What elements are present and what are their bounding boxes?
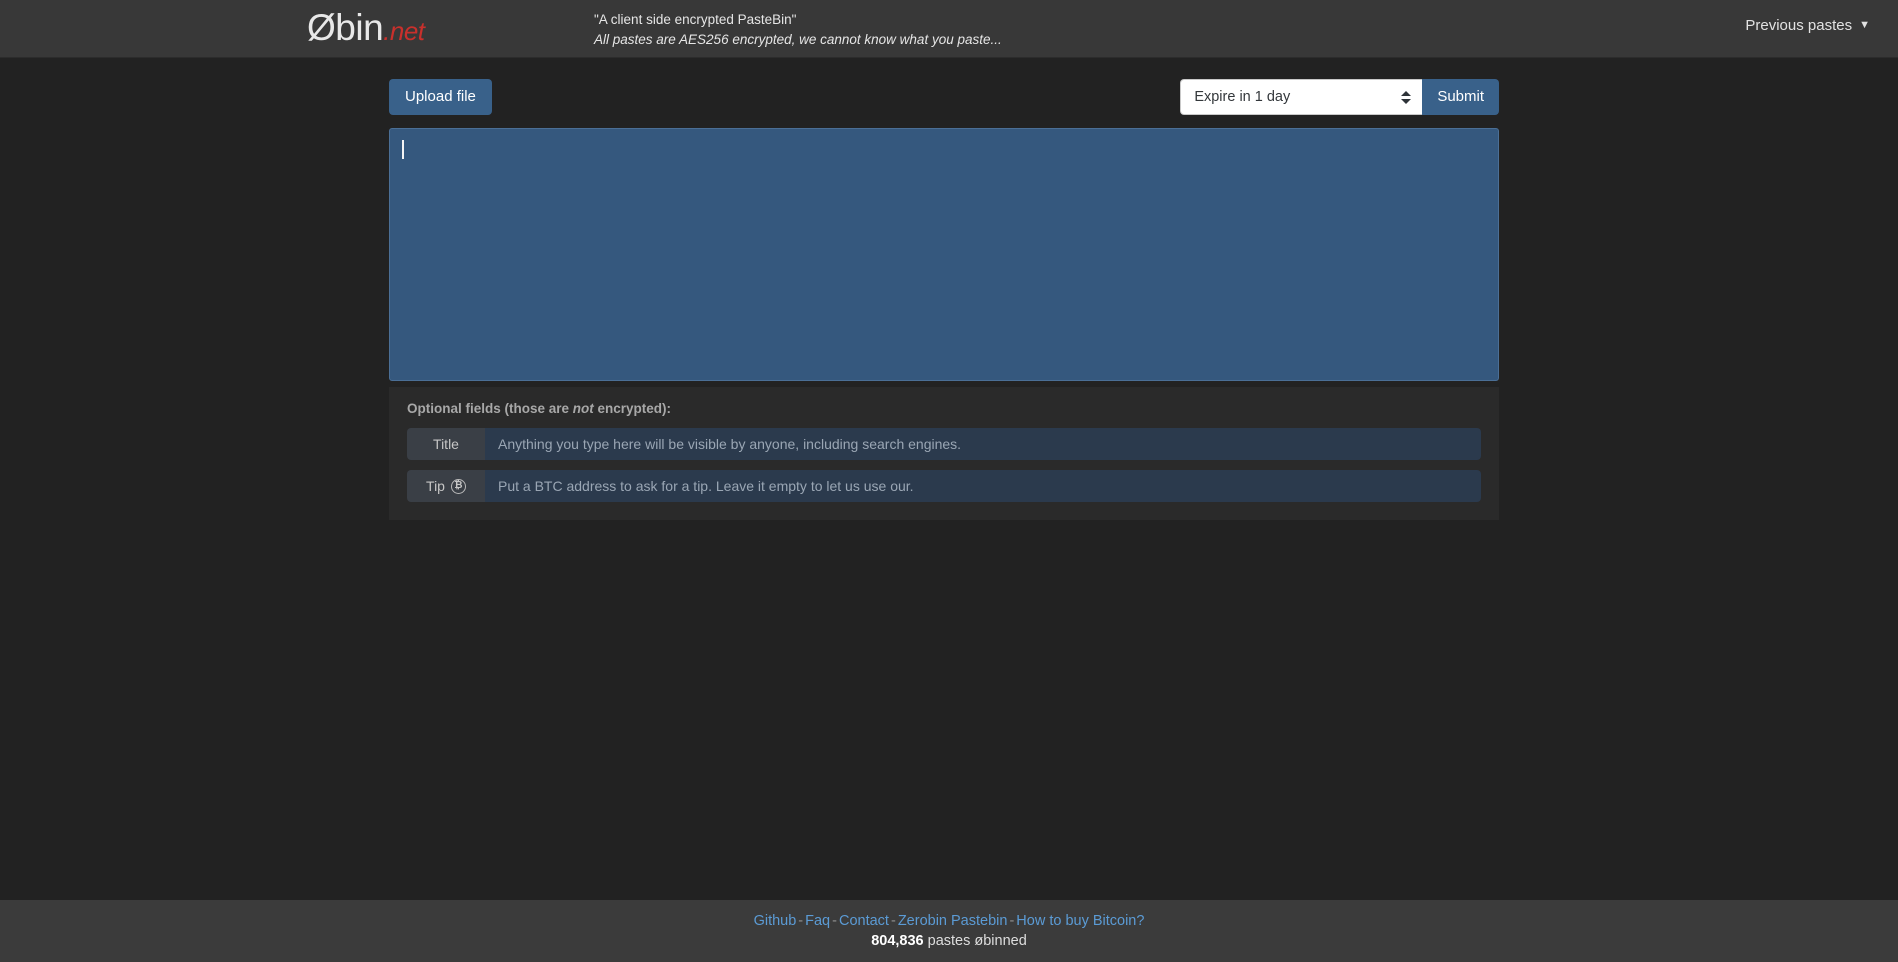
title-input[interactable] bbox=[485, 428, 1481, 460]
tip-btc-address-input[interactable] bbox=[485, 470, 1481, 502]
select-spinner-icon bbox=[1401, 89, 1412, 105]
title-field-label: Title bbox=[407, 428, 485, 460]
tip-field-label: Tip ₿ bbox=[407, 470, 485, 502]
footer-link-faq[interactable]: Faq bbox=[805, 913, 830, 929]
tip-label-text: Tip bbox=[426, 478, 445, 494]
tip-field-row: Tip ₿ bbox=[407, 470, 1481, 502]
title-field-row: Title bbox=[407, 428, 1481, 460]
expiration-select[interactable]: Expire in 1 day bbox=[1180, 79, 1423, 115]
paste-count-suffix: pastes øbinned bbox=[923, 933, 1027, 949]
previous-pastes-label: Previous pastes bbox=[1745, 17, 1853, 34]
site-logo[interactable]: Øbin.net bbox=[307, 6, 425, 53]
title-label-text: Title bbox=[433, 436, 459, 452]
upload-file-button[interactable]: Upload file bbox=[389, 79, 492, 115]
tagline-line-2: All pastes are AES256 encrypted, we cann… bbox=[594, 32, 1002, 47]
footer-separator-4: - bbox=[1009, 913, 1015, 929]
chevron-down-icon: ▼ bbox=[1859, 19, 1870, 31]
footer-link-contact[interactable]: Contact bbox=[839, 913, 889, 929]
footer-separator-2: - bbox=[832, 913, 837, 929]
paste-count: 804,836 pastes øbinned bbox=[871, 933, 1027, 949]
optional-fields-heading: Optional fields (those are not encrypted… bbox=[407, 401, 1481, 416]
expiration-selected-value: Expire in 1 day bbox=[1194, 89, 1291, 105]
optional-heading-emphasis: not bbox=[572, 401, 594, 416]
paste-count-number: 804,836 bbox=[871, 933, 924, 949]
submit-button[interactable]: Submit bbox=[1422, 79, 1499, 115]
site-tagline: "A client side encrypted PasteBin" All p… bbox=[594, 10, 1054, 50]
optional-heading-after: encrypted): bbox=[593, 401, 672, 416]
footer-link-how-to-buy-bitcoin[interactable]: How to buy Bitcoin? bbox=[1016, 913, 1144, 929]
site-header: Øbin.net "A client side encrypted PasteB… bbox=[0, 0, 1898, 58]
footer-separator-3: - bbox=[890, 913, 896, 929]
bitcoin-icon: ₿ bbox=[450, 478, 466, 494]
logo-main-text: Øbin bbox=[307, 7, 384, 48]
tagline-line-1: "A client side encrypted PasteBin" bbox=[594, 12, 797, 27]
site-footer: Github - Faq - Contact - Zerobin Pastebin - How … bbox=[0, 900, 1898, 962]
previous-pastes-menu[interactable]: Previous pastes ▼ bbox=[1745, 17, 1870, 34]
footer-link-github[interactable]: Github bbox=[754, 913, 797, 929]
footer-separator-1: - bbox=[798, 913, 804, 929]
optional-heading-before: Optional fields (those are bbox=[407, 401, 573, 416]
text-cursor bbox=[402, 140, 404, 159]
optional-fields-panel: Optional fields (those are not encrypted… bbox=[389, 387, 1499, 520]
logo-suffix-text: .net bbox=[383, 16, 425, 46]
footer-link-zerobin-pastebin[interactable]: Zerobin Pastebin bbox=[898, 913, 1008, 929]
footer-links: Github - Faq - Contact - Zerobin Pastebin - How … bbox=[754, 913, 1145, 929]
paste-textarea[interactable] bbox=[389, 128, 1499, 381]
expire-submit-group: Expire in 1 day Submit bbox=[1180, 79, 1499, 115]
paste-toolbar: Upload file Expire in 1 day Submit bbox=[389, 79, 1499, 115]
